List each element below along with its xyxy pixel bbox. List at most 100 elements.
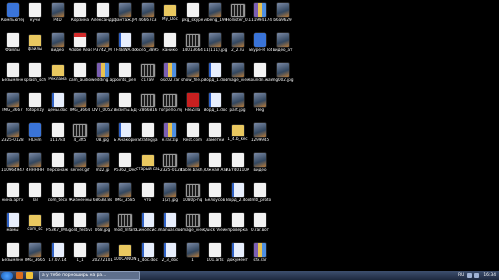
desktop-icon[interactable]: 1299945	[249, 122, 272, 149]
clock[interactable]: 16:34	[483, 273, 496, 278]
desktop-icon[interactable]: 110964947	[1, 152, 24, 179]
desktop-icon[interactable]: Александр	[91, 2, 114, 29]
desktop-icon[interactable]: part.jpg	[226, 92, 249, 119]
desktop-icon[interactable]: Безымянн	[1, 62, 24, 89]
desktop-icon[interactable]: Белоусов	[204, 182, 227, 209]
desktop-icon[interactable]: mg002.jpg	[271, 62, 294, 89]
desktop-icon[interactable]: Adobe Reader	[69, 32, 92, 59]
desktop-icon[interactable]: FILFim	[24, 122, 47, 149]
desktop-icon[interactable]: Б Анакорини	[114, 122, 137, 149]
desktop-icon[interactable]: старый сайт	[136, 152, 159, 179]
desktop-icon[interactable]: проверка	[226, 212, 249, 239]
desktop-icon[interactable]: Корзина	[69, 2, 92, 29]
desktop-icon[interactable]: 100CANON	[114, 242, 137, 269]
desktop-icon[interactable]: wedding.ap	[91, 62, 114, 89]
desktop-icon[interactable]: 17.07.14	[46, 242, 69, 269]
desktop-icon[interactable]: Синопсис.doc	[136, 212, 159, 239]
desktop-icon[interactable]: mz2.jp	[91, 152, 114, 179]
desktop-icon[interactable]: 4_3ft5	[69, 122, 92, 149]
desktop-icon[interactable]: персонаж	[46, 152, 69, 179]
desktop-icon[interactable]: P53K7_IMG	[46, 212, 69, 239]
desktop-icon[interactable]: видео_ат	[271, 32, 294, 59]
desktop-icon[interactable]: 1117kd	[46, 122, 69, 149]
desktop-icon[interactable]: тогрепо.mp4	[159, 92, 182, 119]
desktop-icon[interactable]: image_viewer	[181, 212, 204, 239]
desktop-icon[interactable]: IMG_3665	[24, 242, 47, 269]
desktop-icon[interactable]: 20272101	[91, 242, 114, 269]
desktop-icon[interactable]: 2_2.ru	[226, 32, 249, 59]
desktop-icon[interactable]: кучи	[24, 2, 47, 29]
desktop-icon[interactable]: c17a9	[136, 62, 159, 89]
desktop-icon[interactable]: P3742_M	[91, 32, 114, 59]
desktop-icon[interactable]: b6a9629	[271, 2, 294, 29]
desktop-icon[interactable]: Quick Viewer	[204, 212, 227, 239]
desktop-icon[interactable]: -2866816	[136, 92, 159, 119]
desktop-icon[interactable]: mod_Infarb	[114, 212, 137, 239]
desktop-icon[interactable]: 08.jpg	[91, 122, 114, 149]
desktop-icon[interactable]: KEY40110AB	[226, 152, 249, 179]
desktop-icon[interactable]: Heg	[249, 92, 272, 119]
desktop-icon[interactable]: 6ce5_3895	[136, 32, 159, 59]
taskbar-window-button[interactable]: а у тебе порноширь на ра...	[39, 271, 140, 280]
desktop-icon[interactable]: vibeng_199	[204, 2, 227, 29]
desktop-icon[interactable]: Южная Азия	[204, 152, 227, 179]
desktop-icon[interactable]: -2325-0128	[159, 152, 182, 179]
desktop-icon[interactable]: Безымянн	[1, 242, 24, 269]
desktop-icon[interactable]: Strategija	[136, 122, 159, 149]
desktop-icon[interactable]: Tal	[24, 182, 47, 209]
desktop-icon[interactable]: gold_festiva	[69, 212, 92, 239]
desktop-icon[interactable]: Ворд_1.doc	[204, 62, 227, 89]
start-button[interactable]	[1, 271, 13, 280]
desktop-icon[interactable]: Skype-R Total	[249, 32, 272, 59]
desktop-icon[interactable]: 2325-0128	[1, 122, 24, 149]
network-icon[interactable]	[467, 273, 473, 278]
desktop-icon[interactable]: e.rar.zip	[159, 122, 182, 149]
desktop-icon[interactable]: table.bash.jpg	[181, 152, 204, 179]
desktop-icon[interactable]: 6863B.8s	[91, 182, 114, 209]
desktop-icon[interactable]: TF4BWA.doc	[114, 32, 137, 59]
desktop-icon[interactable]: cam_audio	[69, 62, 92, 89]
desktop-icon[interactable]: Реклама	[46, 62, 69, 89]
explorer-icon[interactable]	[26, 272, 33, 279]
desktop-icon[interactable]: soundn.wav	[249, 62, 272, 89]
desktop-icon[interactable]: dmtl_proto	[249, 182, 272, 209]
desktop-icon[interactable]: 0.rar.вот	[249, 212, 272, 239]
desktop-icon[interactable]: 46667c3	[136, 2, 159, 29]
language-indicator[interactable]: RU	[458, 273, 464, 278]
desktop-icon[interactable]: 1_4.b_kec	[226, 122, 249, 149]
desktop-icon[interactable]: Файлы	[1, 32, 24, 59]
desktop-icon[interactable]: нина.артх	[1, 182, 24, 209]
desktop-icon[interactable]: show_file.png	[181, 62, 204, 89]
desktop-icon[interactable]: 1	[181, 242, 204, 269]
browser-icon[interactable]	[16, 272, 23, 279]
desktop-icon[interactable]: osc02.rar	[159, 62, 182, 89]
desktop-icon[interactable]: image_viewer	[226, 62, 249, 89]
desktop-icon[interactable]: DVT_0052	[91, 92, 114, 119]
desktop-icon[interactable]: fotoprizy	[24, 92, 47, 119]
desktop-icon[interactable]: 101.arts	[204, 242, 227, 269]
desktop-icon[interactable]: видео	[249, 152, 272, 179]
desktop-icon[interactable]: 1_doc.doc	[136, 242, 159, 269]
desktop-icon[interactable]: Rest.com	[181, 122, 204, 149]
desktop-icon[interactable]: Визиты.БД	[114, 92, 137, 119]
desktop-icon[interactable]: 1(2).jpg	[159, 182, 182, 209]
desktop-icon[interactable]: файлы	[24, 32, 47, 59]
desktop-icon[interactable]: 1_1	[69, 242, 92, 269]
desktop-icon[interactable]: FileZilla	[181, 92, 204, 119]
desktop-icon[interactable]: 11(111).jpg	[204, 32, 227, 59]
desktop-icon[interactable]: server.gif	[69, 152, 92, 179]
desktop[interactable]: Компьютер Файлы Безымянн IMG_3667 2325-0128 1…	[0, 0, 499, 271]
desktop-icon[interactable]: цены.doc	[46, 92, 69, 119]
desktop-icon[interactable]: P4D	[46, 2, 69, 29]
desktop-icon[interactable]: фантаж.JPG	[114, 2, 137, 29]
desktop-icon[interactable]: 4HHHHH	[24, 152, 47, 179]
desktop-icon[interactable]: IMG_3585	[114, 182, 137, 209]
desktop-icon[interactable]: что	[136, 182, 159, 209]
desktop-icon[interactable]: Hollister_0.	[226, 2, 249, 29]
desktop-icon[interactable]: sfx.rar	[249, 242, 272, 269]
desktop-icon[interactable]: IMG_3664	[69, 92, 92, 119]
desktop-icon[interactable]: 1080p-hq	[181, 182, 204, 209]
desktop-icon[interactable]: manual.doc	[159, 212, 182, 239]
desktop-icon[interactable]: IMG_3667	[1, 92, 24, 119]
desktop-icon[interactable]: 2_3_doc	[159, 242, 182, 269]
